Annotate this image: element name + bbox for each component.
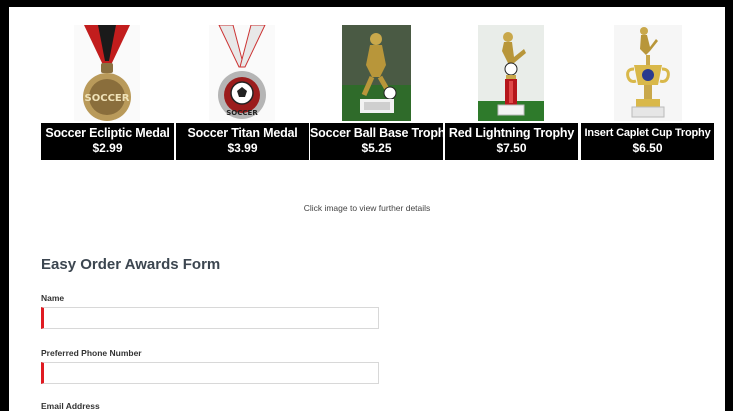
product-caption[interactable]: Red Lightning Trophy $7.50 (445, 123, 578, 160)
product-card-red-lightning-trophy[interactable]: Red Lightning Trophy $7.50 (445, 7, 578, 160)
product-name: Soccer Titan Medal (187, 126, 298, 140)
email-label: Email Address (41, 401, 100, 411)
trophy-icon (626, 27, 670, 118)
product-card-soccer-ball-base-trophy[interactable]: Soccer Ball Base Trophy $5.25 (310, 7, 452, 160)
phone-label: Preferred Phone Number (41, 348, 142, 358)
product-caption[interactable]: Soccer Titan Medal $3.99 (176, 123, 309, 160)
product-image[interactable] (614, 25, 682, 121)
gallery-hint: Click image to view further details (303, 203, 431, 213)
medal-icon: SOCCER (83, 25, 131, 121)
phone-field[interactable] (41, 362, 379, 384)
form-title: Easy Order Awards Form (41, 256, 221, 273)
product-name: Red Lightning Trophy (448, 126, 575, 140)
name-label: Name (41, 293, 65, 303)
product-price: $3.99 (227, 141, 258, 155)
product-card-soccer-ecliptic-medal[interactable]: SOCCER Soccer Ecliptic Medal $2.99 (41, 7, 174, 160)
product-name: Soccer Ball Base Trophy (310, 126, 452, 140)
trophy-icon (342, 25, 411, 121)
medal-icon: SOCCER (218, 25, 266, 119)
trophy-icon (478, 32, 544, 121)
product-gallery: SOCCER Soccer Ecliptic Medal $2.99 SOCCE… (9, 7, 725, 167)
product-card-insert-caplet-cup-trophy[interactable]: Insert Caplet Cup Trophy $6.50 (581, 7, 714, 160)
name-field[interactable] (41, 307, 379, 329)
product-card-soccer-titan-medal[interactable]: SOCCER Soccer Titan Medal $3.99 (176, 7, 309, 160)
product-price: $5.25 (361, 141, 392, 155)
product-name: Insert Caplet Cup Trophy (584, 127, 711, 139)
product-image[interactable]: SOCCER (209, 25, 275, 121)
product-caption[interactable]: Soccer Ball Base Trophy $5.25 (310, 123, 452, 160)
product-caption[interactable]: Soccer Ecliptic Medal $2.99 (41, 123, 174, 160)
product-name: Soccer Ecliptic Medal (45, 126, 170, 140)
product-caption[interactable]: Insert Caplet Cup Trophy $6.50 (581, 123, 714, 160)
product-image[interactable] (478, 25, 544, 121)
product-price: $7.50 (496, 141, 527, 155)
product-image[interactable] (342, 25, 411, 121)
product-price: $6.50 (632, 141, 663, 155)
svg-text:SOCCER: SOCCER (226, 109, 258, 117)
product-image[interactable]: SOCCER (74, 25, 140, 121)
page: SOCCER Soccer Ecliptic Medal $2.99 SOCCE… (9, 7, 725, 411)
svg-text:SOCCER: SOCCER (85, 93, 130, 104)
product-price: $2.99 (92, 141, 123, 155)
